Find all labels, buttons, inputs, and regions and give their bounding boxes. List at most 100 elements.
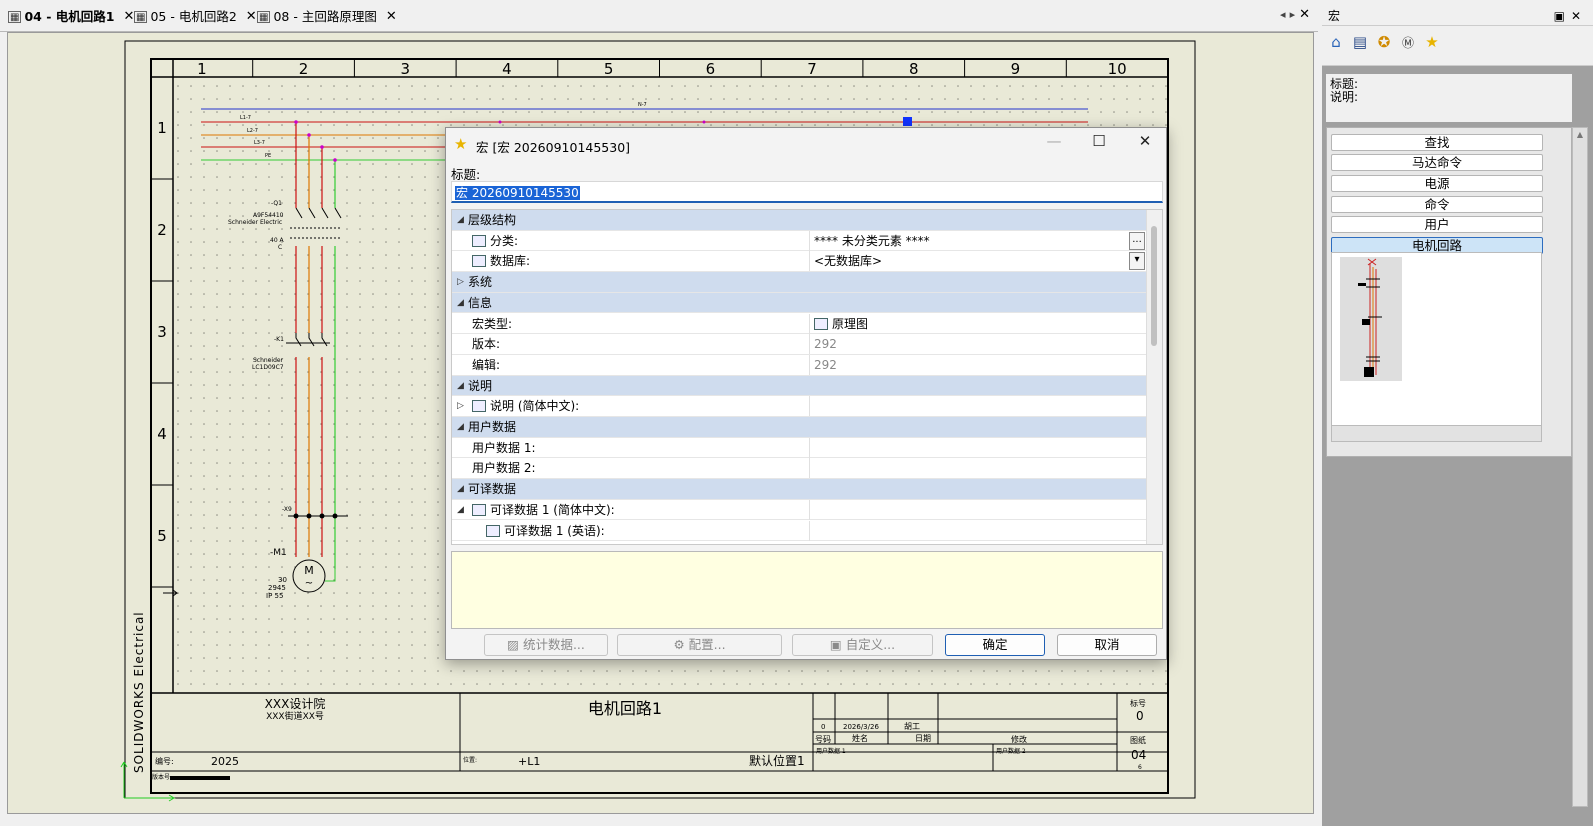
macro-category-list: 查找 马达命令 电源 命令 用户 电机回路: [1326, 127, 1572, 457]
property-value[interactable]: 原理图: [809, 313, 1146, 334]
property-category[interactable]: ◢ 信息: [452, 292, 1146, 314]
list-icon[interactable]: ▤: [1350, 32, 1370, 52]
property-category[interactable]: ▷ 系统: [452, 272, 1146, 293]
property-row[interactable]: ▷ 说明 (简体中文):: [452, 396, 1146, 417]
maximize-button[interactable]: ☐: [1079, 132, 1119, 150]
property-category[interactable]: ◢ 说明: [452, 375, 1146, 397]
category-power[interactable]: 电源: [1331, 175, 1543, 192]
tab-05[interactable]: ▦ 05 - 电机回路2 ✕: [134, 8, 257, 26]
tab-08[interactable]: ▦ 08 - 主回路原理图 ✕: [257, 8, 397, 26]
property-row[interactable]: 可译数据 1 (英语):: [452, 520, 1146, 542]
pin-icon[interactable]: ▣: [1554, 9, 1571, 23]
property-row[interactable]: 数据库: <无数据库> ▾: [452, 251, 1146, 273]
close-button[interactable]: ✕: [1125, 132, 1165, 150]
collapse-icon[interactable]: ◢: [457, 210, 464, 230]
property-value[interactable]: 292: [809, 334, 1146, 355]
property-value[interactable]: [809, 499, 1146, 520]
property-category[interactable]: ◢ 可译数据: [452, 479, 1146, 500]
close-icon[interactable]: ✕: [1299, 7, 1314, 22]
property-value[interactable]: [809, 396, 1146, 417]
chevron-up-icon[interactable]: ▲: [1573, 128, 1587, 142]
category-user[interactable]: 用户: [1331, 216, 1543, 233]
title-input[interactable]: 宏 20260910145530: [451, 181, 1163, 203]
property-category[interactable]: ◢ 层级结构: [452, 210, 1146, 231]
row-number: 4: [157, 425, 167, 443]
collapse-icon[interactable]: ◢: [457, 376, 464, 396]
svg-text:LC1D09C7: LC1D09C7: [252, 364, 284, 371]
customize-button[interactable]: ▣ 自定义...: [792, 634, 933, 656]
minimize-button[interactable]: —: [1034, 132, 1074, 150]
close-icon[interactable]: ✕: [246, 8, 257, 26]
svg-text:+L1: +L1: [518, 755, 540, 768]
database-icon: [472, 255, 486, 268]
badge-icon[interactable]: ✪: [1374, 32, 1394, 52]
property-row[interactable]: 版本: 292: [452, 334, 1146, 355]
close-icon[interactable]: ✕: [1571, 9, 1587, 23]
svg-text:0: 0: [821, 723, 825, 731]
property-grid-scrollbar[interactable]: [1146, 210, 1162, 544]
cancel-button[interactable]: 取消: [1057, 634, 1157, 656]
svg-text:编号:: 编号:: [155, 756, 174, 766]
column-number: 3: [400, 60, 410, 78]
collapse-icon[interactable]: ◢: [457, 293, 464, 313]
dialog-titlebar[interactable]: ★ 宏 [宏 20260910145530] — ☐ ✕: [446, 128, 1166, 160]
tab-nav[interactable]: ◂▸✕: [1280, 7, 1314, 22]
macro-thumbnail[interactable]: [1340, 257, 1402, 381]
category-motor-command[interactable]: 马达命令: [1331, 154, 1543, 171]
close-icon[interactable]: ✕: [386, 8, 397, 26]
property-value[interactable]: **** 未分类元素 ****...: [809, 230, 1146, 251]
svg-text:版本号: 版本号: [152, 773, 170, 781]
property-row[interactable]: ◢ 可译数据 1 (简体中文):: [452, 499, 1146, 521]
collapse-icon[interactable]: ◢: [457, 417, 464, 437]
row-number: 1: [157, 119, 167, 137]
dropdown-button[interactable]: ▾: [1129, 252, 1145, 271]
collapse-icon[interactable]: ◢: [457, 479, 464, 499]
svg-text:Schneider Electric: Schneider Electric: [228, 219, 282, 226]
property-value[interactable]: [809, 520, 1146, 541]
svg-text:04: 04: [1131, 748, 1146, 762]
svg-text:胡工: 胡工: [904, 721, 920, 731]
tab-label: 08 - 主回路原理图: [273, 9, 377, 24]
category-label: 用户数据: [468, 420, 517, 434]
document-tab-bar: ▦ 04 - 电机回路1 ✕ ▦ 05 - 电机回路2 ✕ ▦ 08 - 主回路…: [0, 0, 1318, 32]
property-value[interactable]: <无数据库> ▾: [809, 251, 1146, 272]
property-row[interactable]: 编辑: 292: [452, 354, 1146, 376]
svg-text:-X9: -X9: [282, 506, 292, 513]
category-find[interactable]: 查找: [1331, 134, 1543, 151]
motor-icon[interactable]: Ⓜ: [1398, 32, 1418, 52]
tab-04[interactable]: ▦ 04 - 电机回路1 ✕: [8, 8, 134, 26]
property-category[interactable]: ◢ 用户数据: [452, 417, 1146, 438]
collapse-icon[interactable]: ◢: [457, 500, 464, 520]
property-name: 可译数据 1 (英语):: [486, 521, 605, 541]
row-number: 2: [157, 221, 167, 239]
row-number: 3: [157, 323, 167, 341]
browse-button[interactable]: ...: [1129, 231, 1145, 250]
selection-grip[interactable]: [903, 117, 912, 126]
statistics-button[interactable]: ▨ 统计数据...: [484, 634, 608, 656]
svg-text:用户数据 1: 用户数据 1: [816, 747, 846, 755]
category-command[interactable]: 命令: [1331, 196, 1543, 213]
property-value[interactable]: 292: [809, 354, 1146, 375]
svg-text:2945: 2945: [268, 584, 286, 592]
property-value[interactable]: [809, 458, 1146, 479]
configure-button[interactable]: ⚙ 配置...: [617, 634, 782, 656]
expand-icon[interactable]: ▷: [457, 272, 464, 292]
chevron-right-icon[interactable]: ▸: [1290, 8, 1300, 21]
star-icon[interactable]: ★: [1422, 32, 1442, 52]
property-row[interactable]: 宏类型: 原理图: [452, 313, 1146, 335]
property-row[interactable]: 分类: **** 未分类元素 ****...: [452, 230, 1146, 252]
chevron-left-icon[interactable]: ◂: [1280, 8, 1290, 21]
property-row[interactable]: 用户数据 2:: [452, 458, 1146, 480]
panel-scrollbar[interactable]: ▲: [1572, 127, 1588, 807]
close-icon[interactable]: ✕: [123, 8, 134, 26]
ok-button[interactable]: 确定: [945, 634, 1045, 656]
svg-text:40 A: 40 A: [270, 237, 285, 244]
panel-toolbar: ⌂ ▤ ✪ Ⓜ ★: [1322, 26, 1593, 66]
scrollbar-thumb[interactable]: [1151, 226, 1157, 346]
category-label: 系统: [468, 275, 493, 290]
expand-icon[interactable]: ▷: [457, 396, 464, 416]
property-row[interactable]: 用户数据 1:: [452, 437, 1146, 459]
property-value[interactable]: [809, 437, 1146, 458]
svg-text:默认位置1: 默认位置1: [749, 753, 805, 768]
home-icon[interactable]: ⌂: [1326, 32, 1346, 52]
